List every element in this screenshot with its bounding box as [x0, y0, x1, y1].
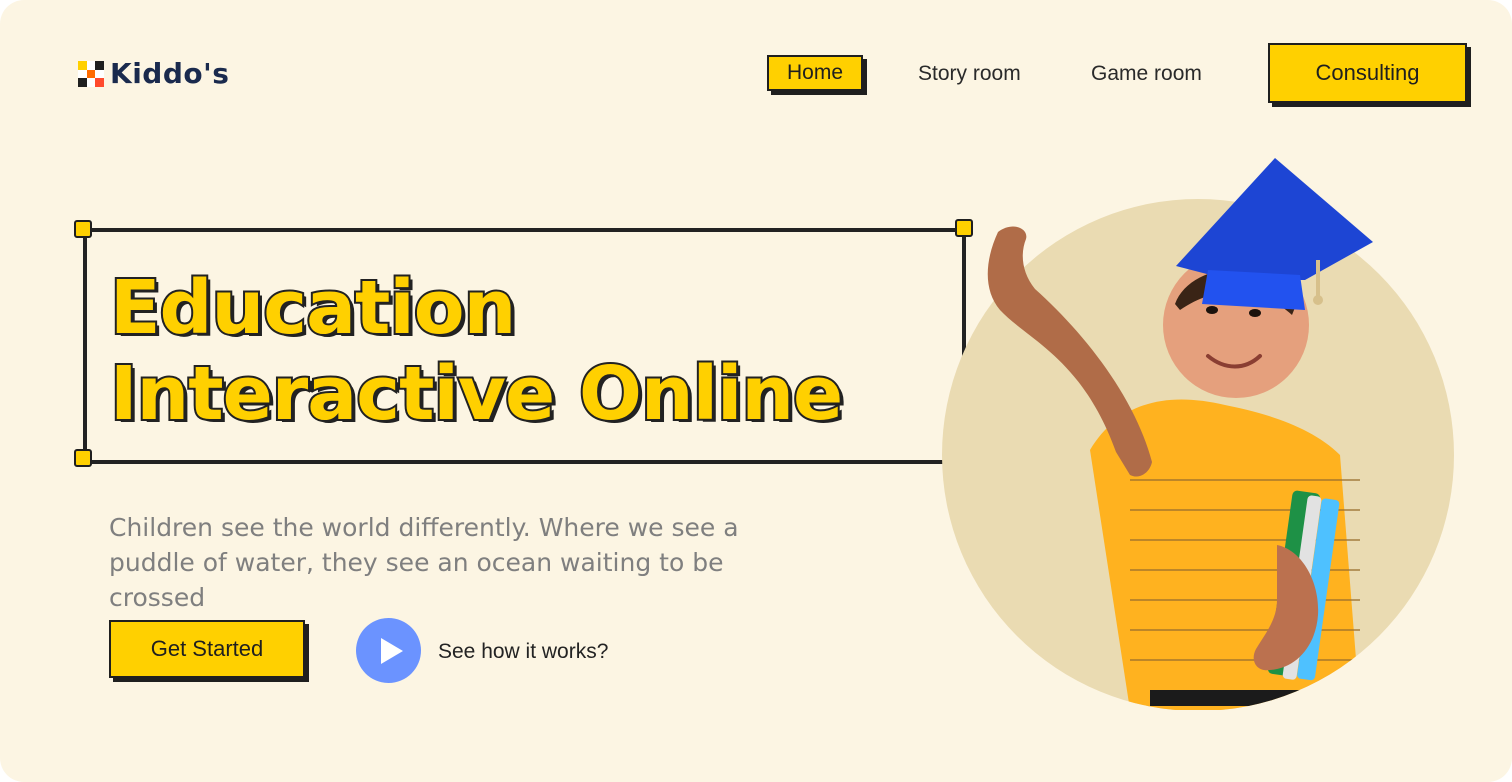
- nav-game-room-link[interactable]: Game room: [1091, 62, 1202, 86]
- nav-home-link[interactable]: Home: [767, 55, 863, 91]
- hero-title-line-1: Education: [108, 263, 518, 353]
- consulting-button[interactable]: Consulting: [1268, 43, 1467, 103]
- landing-page: Kiddo's Home Story room Game room Consul…: [0, 0, 1512, 782]
- nav-story-room-link[interactable]: Story room: [918, 62, 1021, 86]
- see-how-it-works-link[interactable]: See how it works?: [438, 640, 608, 664]
- frame-handle-top-left: [74, 220, 92, 238]
- frame-handle-bottom-left: [74, 449, 92, 467]
- hero-title: Education Interactive Online: [108, 263, 845, 439]
- student-illustration: [940, 150, 1460, 710]
- get-started-button[interactable]: Get Started: [109, 620, 305, 678]
- play-video-button[interactable]: [356, 618, 421, 683]
- hero-subtitle: Children see the world differently. Wher…: [109, 513, 739, 612]
- play-icon: [380, 637, 403, 664]
- student-graduation-illustration: [942, 158, 1454, 710]
- hero-title-line-2: Interactive Online: [108, 349, 845, 439]
